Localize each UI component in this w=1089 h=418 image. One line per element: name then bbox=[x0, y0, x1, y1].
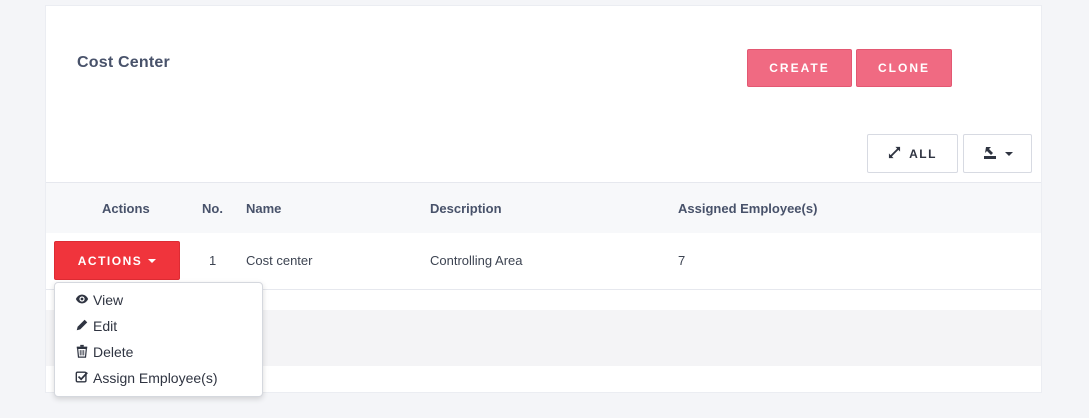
export-dropdown-button[interactable] bbox=[963, 134, 1032, 173]
expand-all-label: ALL bbox=[909, 146, 937, 161]
menu-item-view[interactable]: View bbox=[75, 290, 123, 310]
create-button[interactable]: CREATE bbox=[747, 49, 852, 87]
menu-item-label: Delete bbox=[93, 344, 134, 360]
chevron-down-icon bbox=[148, 258, 157, 263]
row-name: Cost center bbox=[246, 253, 313, 268]
menu-item-label: Assign Employee(s) bbox=[93, 370, 218, 386]
table-header: Actions No. Name Description Assigned Em… bbox=[46, 182, 1041, 234]
menu-item-edit[interactable]: Edit bbox=[75, 316, 117, 336]
menu-item-delete[interactable]: Delete bbox=[75, 342, 133, 362]
clone-button[interactable]: CLONE bbox=[856, 49, 952, 87]
check-square-icon bbox=[75, 370, 89, 387]
chevron-down-icon bbox=[1004, 151, 1013, 156]
row-actions-button[interactable]: ACTIONS bbox=[54, 241, 180, 280]
pencil-icon bbox=[75, 318, 89, 335]
row-actions-menu: View Edit Delete Assign Employee(s) bbox=[54, 282, 263, 397]
page-title: Cost Center bbox=[77, 54, 170, 71]
expand-arrows-icon bbox=[888, 146, 901, 162]
menu-item-label: View bbox=[93, 292, 124, 308]
row-assigned-employees: 7 bbox=[678, 253, 686, 268]
header-description: Description bbox=[430, 201, 502, 216]
header-actions: Actions bbox=[102, 201, 150, 216]
eye-icon bbox=[75, 292, 89, 309]
row-no: 1 bbox=[209, 253, 217, 268]
trash-icon bbox=[75, 344, 89, 361]
header-assigned-employees: Assigned Employee(s) bbox=[678, 201, 818, 216]
export-icon bbox=[983, 146, 997, 162]
menu-item-label: Edit bbox=[93, 318, 118, 334]
menu-item-assign-employees[interactable]: Assign Employee(s) bbox=[75, 368, 218, 388]
header-no: No. bbox=[202, 201, 223, 216]
header-name: Name bbox=[246, 201, 282, 216]
row-description: Controlling Area bbox=[430, 253, 523, 268]
row-actions-label: ACTIONS bbox=[77, 253, 143, 268]
expand-all-button[interactable]: ALL bbox=[867, 134, 958, 173]
